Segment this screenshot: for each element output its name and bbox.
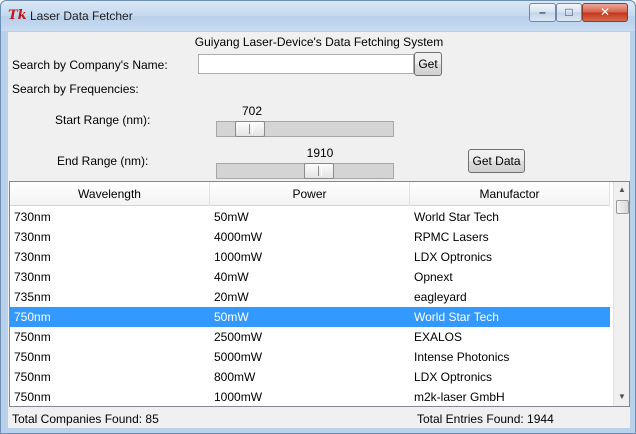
- scroll-up-arrow-icon[interactable]: ▲: [614, 182, 629, 198]
- cell-power: 1000mW: [214, 250, 263, 264]
- scroll-down-arrow-icon[interactable]: ▼: [614, 389, 629, 405]
- table-row[interactable]: 730nm 4000mW RPMC Lasers: [10, 227, 610, 247]
- cell-wavelength: 730nm: [14, 250, 51, 264]
- cell-wavelength: 750nm: [14, 350, 51, 364]
- scrollbar-thumb[interactable]: [616, 200, 629, 214]
- cell-wavelength: 750nm: [14, 390, 51, 404]
- cell-wavelength: 730nm: [14, 270, 51, 284]
- cell-power: 40mW: [214, 270, 249, 284]
- page-title: Guiyang Laser-Device's Data Fetching Sys…: [194, 35, 444, 49]
- cell-power: 2500mW: [214, 330, 263, 344]
- cell-wavelength: 730nm: [14, 210, 51, 224]
- app-window: Tk Laser Data Fetcher – □ ✕ Guiyang Lase…: [0, 0, 636, 434]
- table-row[interactable]: 750nm 1000mW m2k-laser GmbH: [10, 387, 610, 406]
- start-range-slider[interactable]: [216, 121, 394, 137]
- tk-feather-icon: Tk: [8, 8, 27, 23]
- cell-manufactor: LDX Optronics: [414, 250, 493, 264]
- frequency-search-label: Search by Frequencies:: [12, 82, 139, 96]
- results-table: Wavelength Power Manufactor 730nm 50mW Wor…: [9, 181, 630, 407]
- window-title: Laser Data Fetcher: [30, 9, 133, 23]
- column-header-wavelength[interactable]: Wavelength: [10, 182, 210, 206]
- end-range-slider[interactable]: [216, 163, 394, 179]
- start-range-slider-thumb[interactable]: [235, 121, 265, 137]
- table-row[interactable]: 750nm 50mW World Star Tech: [10, 307, 610, 327]
- table-row[interactable]: 730nm 1000mW LDX Optronics: [10, 247, 610, 267]
- cell-manufactor: LDX Optronics: [414, 370, 493, 384]
- company-search-label: Search by Company's Name:: [12, 58, 168, 72]
- cell-wavelength: 750nm: [14, 310, 51, 324]
- cell-power: 4000mW: [214, 230, 263, 244]
- cell-power: 20mW: [214, 290, 249, 304]
- cell-power: 5000mW: [214, 350, 263, 364]
- table-header: Wavelength Power Manufactor: [10, 182, 610, 206]
- cell-power: 50mW: [214, 310, 249, 324]
- start-range-label: Start Range (nm):: [55, 113, 151, 127]
- cell-manufactor: World Star Tech: [414, 310, 499, 324]
- table-row[interactable]: 750nm 2500mW EXALOS: [10, 327, 610, 347]
- cell-wavelength: 730nm: [14, 230, 51, 244]
- table-scrollbar[interactable]: ▲ ▼: [613, 182, 629, 406]
- cell-manufactor: eagleyard: [414, 290, 467, 304]
- companies-found-count: Total Companies Found: 85: [12, 412, 159, 426]
- cell-manufactor: Opnext: [414, 270, 453, 284]
- cell-wavelength: 750nm: [14, 370, 51, 384]
- table-row[interactable]: 750nm 800mW LDX Optronics: [10, 367, 610, 387]
- maximize-button[interactable]: □: [556, 3, 582, 22]
- cell-wavelength: 735nm: [14, 290, 51, 304]
- cell-manufactor: Intense Photonics: [414, 350, 510, 364]
- get-data-button[interactable]: Get Data: [468, 149, 525, 173]
- entries-found-count: Total Entries Found: 1944: [417, 412, 554, 426]
- minimize-button[interactable]: –: [529, 3, 556, 22]
- column-header-power[interactable]: Power: [210, 182, 410, 206]
- get-button[interactable]: Get: [414, 52, 442, 76]
- title-bar[interactable]: Tk Laser Data Fetcher – □ ✕: [1, 1, 635, 31]
- minimize-icon: –: [539, 5, 546, 19]
- status-bar: Total Companies Found: 85 Total Entries …: [8, 410, 630, 428]
- column-header-manufactor[interactable]: Manufactor: [410, 182, 610, 206]
- cell-manufactor: World Star Tech: [414, 210, 499, 224]
- end-range-label: End Range (nm):: [57, 154, 149, 168]
- close-icon: ✕: [599, 5, 611, 19]
- table-body: 730nm 50mW World Star Tech 730nm 4000mW RPMC …: [10, 207, 610, 406]
- table-row[interactable]: 730nm 40mW Opnext: [10, 267, 610, 287]
- cell-manufactor: EXALOS: [414, 330, 463, 344]
- table-row[interactable]: 750nm 5000mW Intense Photonics: [10, 347, 610, 367]
- maximize-icon: □: [565, 5, 573, 19]
- cell-manufactor: RPMC Lasers: [414, 230, 489, 244]
- cell-power: 50mW: [214, 210, 249, 224]
- table-row[interactable]: 730nm 50mW World Star Tech: [10, 207, 610, 227]
- start-range-value: 702: [241, 104, 263, 118]
- cell-power: 1000mW: [214, 390, 263, 404]
- client-area: Guiyang Laser-Device's Data Fetching Sys…: [8, 32, 630, 428]
- close-button[interactable]: ✕: [582, 3, 628, 22]
- table-row[interactable]: 735nm 20mW eagleyard: [10, 287, 610, 307]
- cell-power: 800mW: [214, 370, 256, 384]
- end-range-value: 1910: [306, 146, 334, 160]
- company-search-input[interactable]: [198, 54, 414, 74]
- end-range-slider-thumb[interactable]: [304, 163, 334, 179]
- cell-wavelength: 750nm: [14, 330, 51, 344]
- cell-manufactor: m2k-laser GmbH: [414, 390, 505, 404]
